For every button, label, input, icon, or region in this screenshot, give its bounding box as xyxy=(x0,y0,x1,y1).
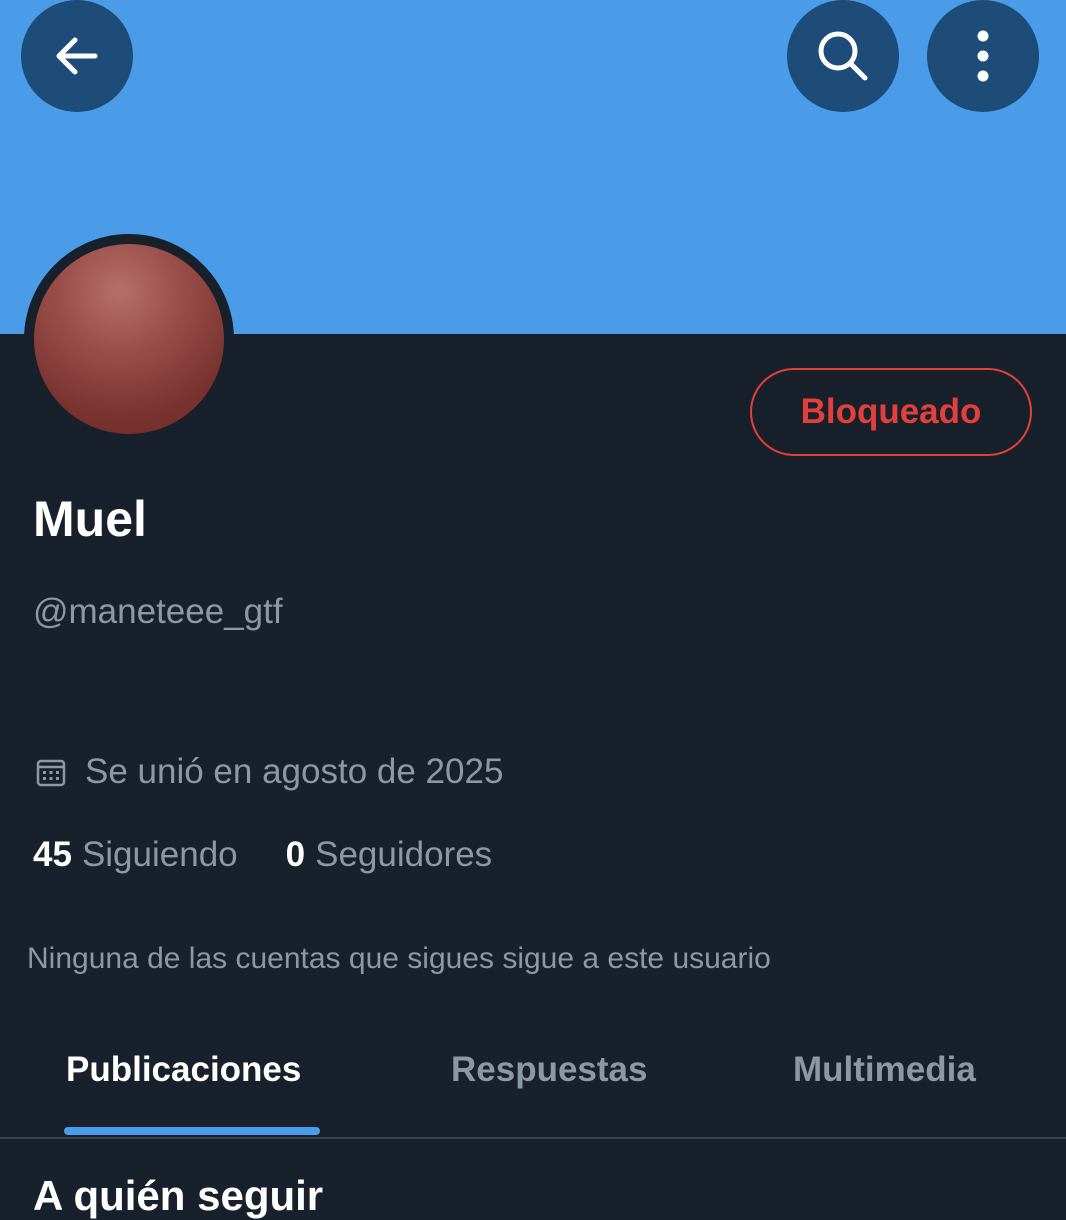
followers-label: Seguidores xyxy=(315,835,493,874)
join-date: Se unió en agosto de 2025 xyxy=(35,752,503,792)
blocked-button[interactable]: Bloqueado xyxy=(750,368,1032,456)
search-button[interactable] xyxy=(787,0,899,112)
followers-count: 0 xyxy=(285,835,306,874)
search-icon xyxy=(818,31,868,81)
arrow-left-icon xyxy=(56,37,98,75)
back-button[interactable] xyxy=(21,0,133,112)
profile-handle: @maneteee_gtf xyxy=(33,592,283,631)
profile-tabs: Publicaciones Respuestas Multimedia xyxy=(0,1030,1066,1139)
followers-you-know-note: Ninguna de las cuentas que sigues sigue … xyxy=(27,942,771,975)
calendar-icon xyxy=(36,759,66,787)
profile-name: Muel xyxy=(33,491,147,547)
following-link[interactable]: 45 Siguiendo xyxy=(33,835,238,875)
avatar-frame xyxy=(24,234,234,444)
tab-respuestas[interactable]: Respuestas xyxy=(451,1050,647,1090)
avatar[interactable] xyxy=(34,244,224,434)
following-label: Siguiendo xyxy=(81,835,238,874)
more-vertical-icon xyxy=(977,30,989,82)
active-tab-indicator xyxy=(64,1127,320,1135)
follow-stats: 45 Siguiendo 0 Seguidores xyxy=(33,835,492,875)
more-options-button[interactable] xyxy=(927,0,1039,112)
join-date-text: Se unió en agosto de 2025 xyxy=(85,752,504,791)
following-count: 45 xyxy=(33,835,72,874)
tab-multimedia[interactable]: Multimedia xyxy=(793,1050,976,1090)
who-to-follow-heading: A quién seguir xyxy=(33,1172,324,1219)
followers-link[interactable]: 0 Seguidores xyxy=(286,835,493,875)
tab-publicaciones[interactable]: Publicaciones xyxy=(66,1050,301,1090)
